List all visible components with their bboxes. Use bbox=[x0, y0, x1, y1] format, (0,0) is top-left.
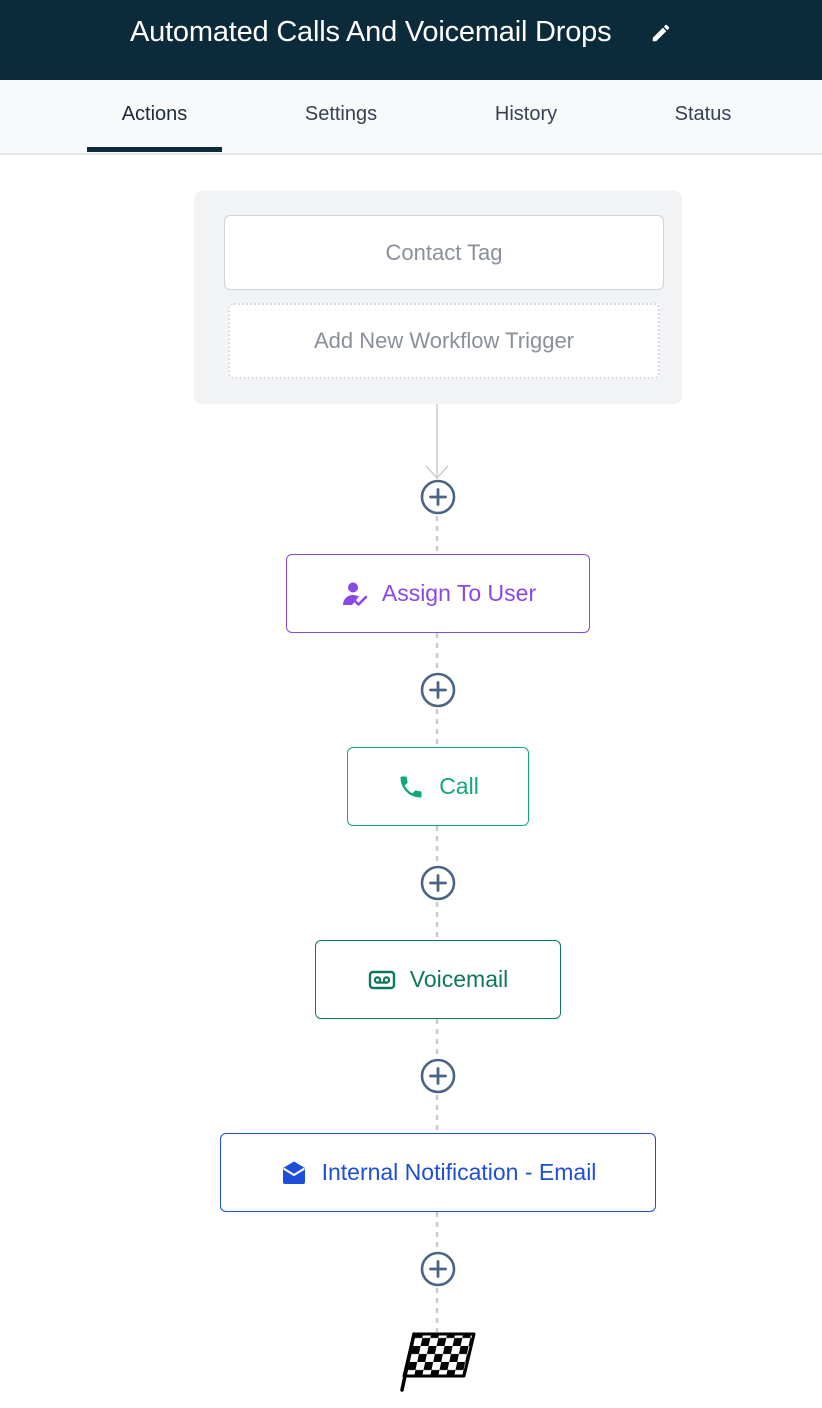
action-label: Voicemail bbox=[409, 966, 509, 992]
plus-circle-icon[interactable] bbox=[420, 865, 456, 901]
action-label: Call bbox=[439, 773, 479, 799]
tab-actions[interactable]: Actions bbox=[87, 80, 222, 152]
tab-bar: Actions Settings History Status bbox=[0, 80, 822, 155]
tab-history[interactable]: History bbox=[466, 80, 586, 152]
action-call[interactable]: Call bbox=[347, 747, 529, 826]
assign-user-icon bbox=[340, 580, 368, 608]
plus-circle-icon[interactable] bbox=[420, 1251, 456, 1287]
tab-status[interactable]: Status bbox=[648, 80, 758, 152]
plus-circle-icon[interactable] bbox=[420, 1058, 456, 1094]
action-label: Assign To User bbox=[381, 580, 537, 606]
add-trigger-button[interactable]: Add New Workflow Trigger bbox=[228, 303, 660, 379]
trigger-panel: Contact Tag Add New Workflow Trigger bbox=[194, 191, 682, 404]
pencil-icon[interactable] bbox=[650, 22, 672, 44]
action-label: Internal Notification - Email bbox=[321, 1159, 597, 1185]
action-assign-to-user[interactable]: Assign To User bbox=[286, 554, 590, 633]
trigger-contact-tag[interactable]: Contact Tag bbox=[224, 215, 664, 290]
phone-icon bbox=[397, 773, 425, 801]
plus-circle-icon[interactable] bbox=[420, 479, 456, 515]
workflow-title: Automated Calls And Voicemail Drops bbox=[130, 16, 612, 48]
tab-settings[interactable]: Settings bbox=[276, 80, 406, 152]
envelope-icon bbox=[280, 1159, 308, 1187]
action-voicemail[interactable]: Voicemail bbox=[315, 940, 561, 1019]
voicemail-icon bbox=[368, 966, 396, 994]
workflow-header: Automated Calls And Voicemail Drops bbox=[0, 0, 822, 80]
action-internal-notification-email[interactable]: Internal Notification - Email bbox=[220, 1133, 656, 1212]
plus-circle-icon[interactable] bbox=[420, 672, 456, 708]
checkered-flag-icon bbox=[400, 1330, 476, 1392]
